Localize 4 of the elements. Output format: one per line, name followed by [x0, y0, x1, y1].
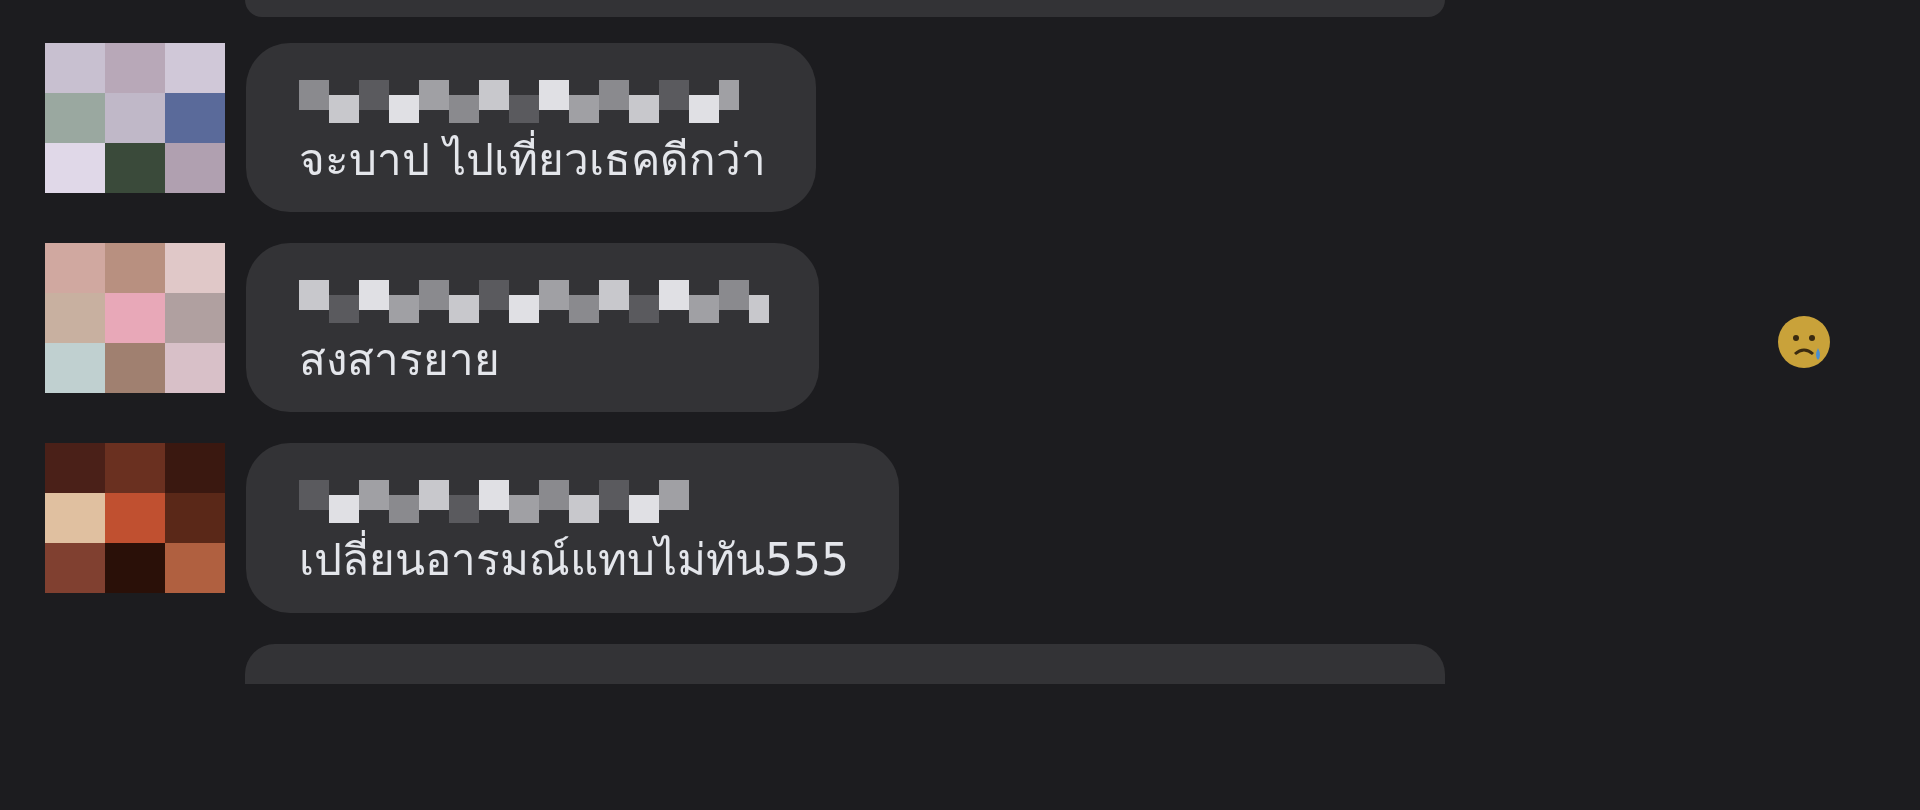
comment-text: สงสารยาย: [299, 333, 501, 388]
comment-text: จะบาป ไปเที่ยวเธคดีกว่า: [299, 131, 766, 189]
comment-text: เปลี่ยนอารมณ์แทบไม่ทัน555: [299, 531, 849, 589]
sad-face-icon: [1776, 314, 1832, 370]
